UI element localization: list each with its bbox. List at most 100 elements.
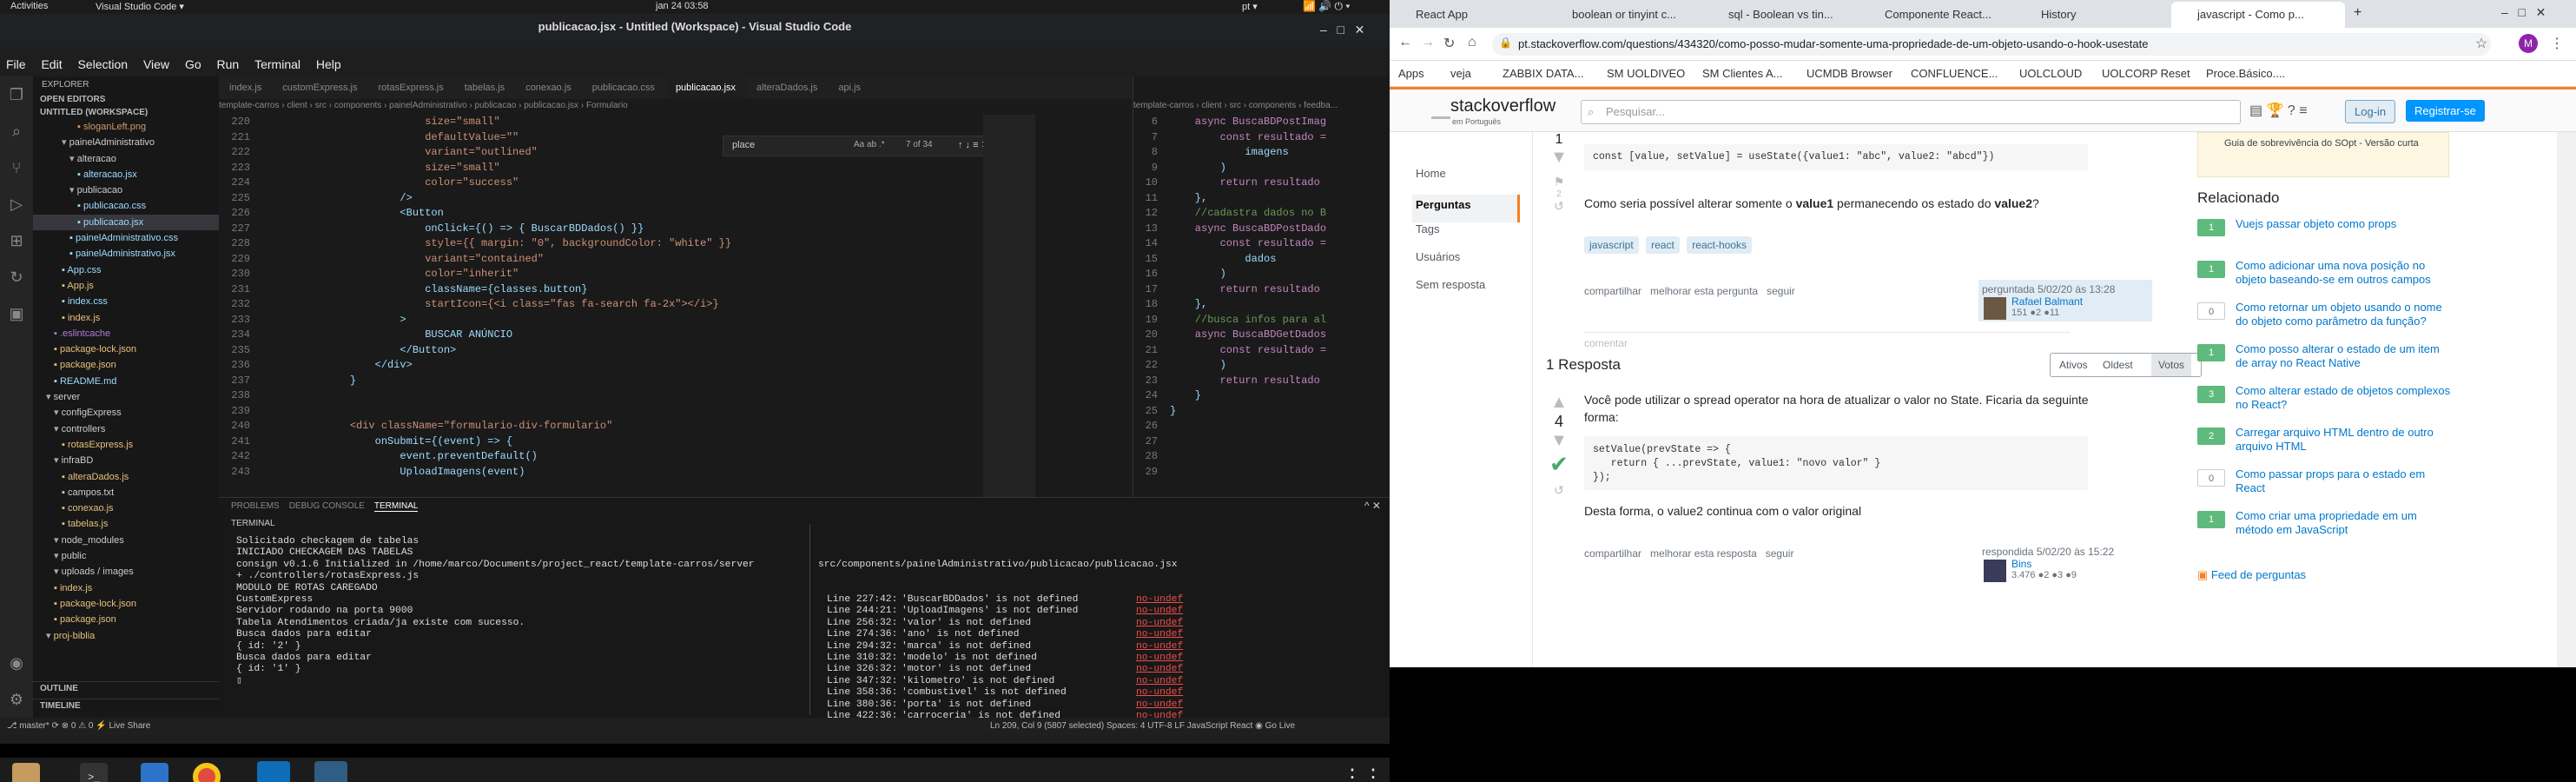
editor-tab[interactable]: publicacao.jsx (664, 76, 747, 99)
related-item[interactable]: 1 Como criar uma propriedade em um método… (2197, 509, 2458, 551)
breadcrumb-right[interactable]: template-carros › client › src › compone… (1133, 99, 1390, 113)
tag-react-hooks[interactable]: react-hooks (1687, 236, 1752, 254)
menu-help[interactable]: Help (316, 57, 341, 71)
meta-sidebar-note[interactable]: Guia de sobrevivência do SOpt - Versão c… (2197, 132, 2449, 177)
lint-rule-link[interactable]: no-undef (1136, 594, 1183, 606)
tree-item[interactable]: ▪ conexao.js (33, 500, 219, 516)
nav-home[interactable]: Home (1416, 167, 1520, 195)
menu-edit[interactable]: Edit (41, 57, 62, 71)
menu-run[interactable]: Run (217, 57, 240, 71)
tree-item[interactable]: ▪ package.json (33, 357, 219, 373)
system-tray-icons[interactable]: 📶 🔊 ⏻ ▾ (1303, 0, 1350, 13)
feed-link[interactable]: ▣ Feed de perguntas (2197, 568, 2306, 582)
nav-tags[interactable]: Tags (1416, 222, 1520, 250)
editor-tab[interactable]: conexao.js (515, 76, 582, 99)
related-item[interactable]: 0 Como retornar um objeto usando o nome d… (2197, 301, 2458, 342)
tree-item[interactable]: ▾ configExpress (33, 405, 219, 421)
tree-item[interactable]: ▪ App.css (33, 262, 219, 278)
panel-controls[interactable]: ^ ✕ (1364, 500, 1381, 512)
tag-javascript[interactable]: javascript (1584, 236, 1639, 254)
answer-user-name[interactable]: Bins (2011, 558, 2031, 570)
status-right[interactable]: Ln 209, Col 9 (5807 selected) Spaces: 4 … (990, 718, 1295, 735)
lint-rule-link[interactable]: no-undef (1136, 618, 1183, 629)
so-logo-icon[interactable] (1431, 98, 1450, 119)
run-debug-icon[interactable]: ▷ (0, 186, 33, 222)
related-link[interactable]: Como retornar um objeto usando o nome do… (2236, 301, 2453, 328)
bookmark-veja[interactable]: veja (1450, 67, 1471, 80)
tab-boolean-tinyint[interactable]: boolean or tinyint c... (1546, 2, 1702, 28)
tree-item[interactable]: ▪ index.js (33, 310, 219, 326)
back-icon[interactable]: ← (1398, 35, 1412, 50)
remote-explorer-icon[interactable]: ▣ (0, 295, 33, 332)
text-editor-icon[interactable] (141, 763, 168, 782)
clock[interactable]: jan 24 03:58 (656, 1, 709, 11)
bookmark-uolcloud[interactable]: UOLCLOUD (2019, 67, 2082, 80)
tag-react[interactable]: react (1646, 236, 1680, 254)
bookmark-sm-clientes[interactable]: SM Clientes A... (1702, 67, 1782, 80)
bookmark-apps[interactable]: Apps (1398, 67, 1424, 80)
related-link[interactable]: Carregar arquivo HTML dentro de outro ar… (2236, 426, 2453, 454)
editor-tab[interactable]: publicacao.css (582, 76, 665, 99)
editor-tab[interactable]: rotasExpress.js (368, 76, 454, 99)
tree-item[interactable]: ▾ alteracao (33, 151, 219, 167)
tree-item[interactable]: ▪ campos.txt (33, 485, 219, 500)
question-user-name[interactable]: Rafael Balmant (2011, 295, 2083, 308)
related-link[interactable]: Como passar props para o estado em React (2236, 467, 2453, 495)
so-login-button[interactable]: Log-in (2345, 100, 2396, 123)
find-options[interactable]: Aa ab .* (854, 140, 885, 149)
tree-item[interactable]: ▾ proj-biblia (33, 628, 219, 644)
tree-item[interactable]: ▪ tabelas.js (33, 516, 219, 532)
tab-problems[interactable]: PROBLEMS (231, 501, 280, 511)
question-user-avatar[interactable] (1984, 297, 2006, 320)
answer-history-icon[interactable]: ↺ (1546, 483, 1572, 498)
bookmark-ucmdb[interactable]: UCMDB Browser (1807, 67, 1892, 80)
home-icon[interactable]: ⌂ (1468, 35, 1476, 50)
tree-item[interactable]: ▪ index.css (33, 294, 219, 309)
tree-item[interactable]: ▾ server (33, 389, 219, 405)
add-comment-link[interactable]: comentar (1584, 337, 1628, 349)
tree-item[interactable]: ▾ node_modules (33, 533, 219, 548)
downvote-icon[interactable]: ▼ (1546, 148, 1572, 168)
nav-usuarios[interactable]: Usuários (1416, 250, 1520, 278)
scrollbar[interactable] (2557, 132, 2576, 667)
lock-icon[interactable]: 🔒 (1499, 36, 1512, 49)
chrome-icon[interactable] (193, 763, 221, 782)
related-link[interactable]: Como posso alterar o estado de um item d… (2236, 342, 2453, 370)
vscode-app-icon[interactable] (257, 761, 290, 782)
wireshark-icon[interactable] (314, 761, 347, 782)
related-item[interactable]: 1 Como adicionar uma nova posição no obje… (2197, 259, 2458, 301)
tree-item[interactable]: ▪ painelAdministrativo.jsx (33, 246, 219, 262)
tab-history[interactable]: History (2015, 2, 2171, 28)
code-editor-main[interactable]: 220 size="small" 221 defaultValue="" 222 v… (219, 115, 1087, 497)
nav-sem-resposta[interactable]: Sem resposta (1416, 278, 1520, 306)
tree-item[interactable]: ▪ App.js (33, 278, 219, 294)
search-icon[interactable]: ⌕ (0, 113, 33, 149)
lint-rule-link[interactable]: no-undef (1136, 664, 1183, 675)
app-menu[interactable]: Visual Studio Code ▾ (96, 1, 184, 12)
nav-perguntas[interactable]: Perguntas (1412, 195, 1520, 222)
tree-item[interactable]: ▪ .eslintcache (33, 326, 219, 341)
related-link[interactable]: Como adicionar uma nova posição no objet… (2236, 259, 2453, 287)
tree-item[interactable]: ▪ alteraDados.js (33, 469, 219, 485)
tree-item[interactable]: ▾ publicacao (33, 182, 219, 198)
tree-item[interactable]: ▪ publicacao.css (33, 198, 219, 214)
lint-rule-link[interactable]: no-undef (1136, 687, 1183, 699)
related-link[interactable]: Como criar uma propriedade em um método … (2236, 509, 2453, 537)
workspace-section[interactable]: UNTITLED (WORKSPACE) (33, 106, 219, 119)
window-controls[interactable]: – □ ✕ (1320, 23, 1364, 37)
editor-tab[interactable]: customExpress.js (272, 76, 367, 99)
terminal-app-icon[interactable]: >_ (80, 763, 108, 782)
lint-rule-link[interactable]: no-undef (1136, 676, 1183, 687)
history-icon[interactable]: ↺ (1546, 199, 1572, 214)
terminal-left[interactable]: Solicitado checkagem de tabelas INICIADO … (236, 536, 801, 719)
tab-componente-react[interactable]: Componente React... (1859, 2, 2015, 28)
editor-tab[interactable]: alteraDados.js (746, 76, 828, 99)
tree-item[interactable]: ▾ infraBD (33, 453, 219, 468)
so-search-input[interactable]: Pesquisar... (1581, 100, 2241, 124)
bookmark-proce-basico[interactable]: Proce.Básico.... (2206, 67, 2285, 80)
related-item[interactable]: 1 Como posso alterar o estado de um item … (2197, 342, 2458, 384)
lint-rule-link[interactable]: no-undef (1136, 653, 1183, 664)
bookmark-sm-uoldiveo[interactable]: SM UOLDIVEO (1607, 67, 1685, 80)
menu-selection[interactable]: Selection (77, 57, 128, 71)
tree-item[interactable]: ▪ rotasExpress.js (33, 437, 219, 453)
